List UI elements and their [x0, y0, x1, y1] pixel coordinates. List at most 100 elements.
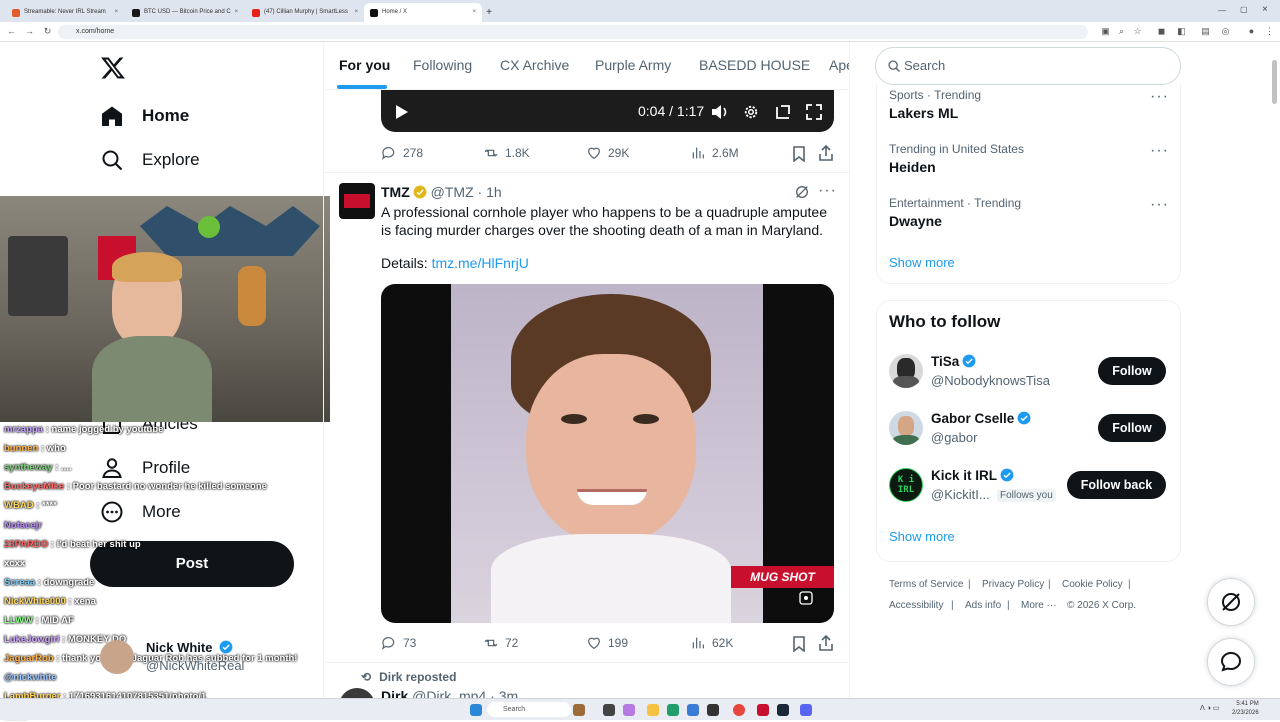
file-explorer-icon[interactable]	[647, 704, 659, 716]
suggestion-avatar[interactable]	[889, 411, 923, 445]
taskbar-clock[interactable]: 5:41 PM 2/23/2026	[1232, 700, 1259, 718]
views-button[interactable]: 62K	[690, 635, 733, 651]
views-button[interactable]: 2.6M	[690, 145, 739, 161]
nav-more[interactable]: More	[100, 494, 181, 530]
tweet-link[interactable]: tmz.me/HlFnrjU	[432, 255, 529, 271]
tab-ape[interactable]: Ape	[829, 57, 849, 73]
picture-in-picture-icon[interactable]	[775, 104, 791, 120]
grok-fab[interactable]	[1207, 578, 1255, 626]
close-tab-icon[interactable]: ×	[234, 3, 238, 22]
trend-name[interactable]: Heiden	[889, 159, 936, 175]
repost-button[interactable]: 1.8K	[483, 145, 530, 161]
follow-button[interactable]: Follow	[1098, 357, 1166, 385]
extension-icon[interactable]: ◼	[1156, 26, 1167, 37]
bookmark-icon[interactable]	[792, 146, 806, 162]
forward-icon[interactable]: →	[24, 26, 35, 37]
tab-for-you[interactable]: For you	[339, 57, 390, 73]
bookmark-icon[interactable]	[792, 636, 806, 652]
grok-icon[interactable]	[794, 184, 810, 200]
browser-tab[interactable]: BTC USD — Bitcoin Price and C ×	[126, 3, 244, 22]
maximize-icon[interactable]: ▢	[1240, 5, 1248, 14]
footer-more-link[interactable]: More ···	[1021, 600, 1057, 611]
suggestion-name[interactable]: TiSa	[931, 354, 976, 369]
tweet-more-icon[interactable]: ···	[818, 182, 837, 200]
trend-more-icon[interactable]: ···	[1150, 142, 1169, 160]
trend-name[interactable]: Dwayne	[889, 213, 942, 229]
tweet-time[interactable]: 1h	[486, 184, 502, 200]
footer-privacy-link[interactable]: Privacy Policy	[982, 579, 1044, 590]
tmz-avatar[interactable]	[339, 183, 375, 219]
share-icon[interactable]	[818, 635, 834, 651]
tweet-media-image[interactable]: MUG SHOT	[381, 284, 834, 623]
page-scrollbar[interactable]	[1272, 60, 1277, 104]
steam-icon[interactable]	[777, 704, 789, 716]
zoom-icon[interactable]: ⌕	[1116, 26, 1127, 37]
bookmark-star-icon[interactable]: ☆	[1132, 26, 1143, 37]
nav-explore[interactable]: Explore	[100, 142, 200, 178]
image-edit-icon[interactable]	[798, 590, 814, 606]
discord-icon[interactable]	[800, 704, 812, 716]
follow-back-button[interactable]: Follow back	[1067, 471, 1166, 499]
menu-icon[interactable]: ⋮	[1264, 26, 1275, 37]
settings-gear-icon[interactable]	[742, 103, 760, 121]
close-tab-icon[interactable]: ×	[114, 3, 118, 22]
like-button[interactable]: 199	[586, 635, 628, 651]
repost-button[interactable]: 72	[483, 635, 518, 651]
browser-tab[interactable]: (47) Cillian Murphy | SmartLess ×	[246, 3, 364, 22]
edge-icon[interactable]	[667, 704, 679, 716]
address-bar[interactable]: x.com/home	[58, 25, 1088, 39]
share-icon[interactable]	[818, 145, 834, 161]
reply-button[interactable]: 73	[381, 635, 416, 651]
taskbar-app-icon[interactable]	[757, 704, 769, 716]
close-window-icon[interactable]: ×	[1262, 4, 1268, 15]
taskbar-app-icon[interactable]	[707, 704, 719, 716]
back-icon[interactable]: ←	[6, 26, 17, 37]
browser-tab-active[interactable]: Home / X ×	[364, 3, 482, 22]
volume-icon[interactable]	[711, 104, 729, 120]
author-handle[interactable]: @TMZ	[431, 184, 474, 200]
tab-cx-archive[interactable]: CX Archive	[500, 57, 569, 73]
suggestion-name[interactable]: Kick it IRL	[931, 468, 1014, 483]
sidebar-icon[interactable]: ▤	[1200, 26, 1211, 37]
nav-home[interactable]: Home	[100, 98, 189, 134]
browser-tab[interactable]: Streamable: Never IRL Stream ×	[6, 3, 124, 22]
taskbar-app-icon[interactable]	[623, 704, 635, 716]
trend-name[interactable]: Lakers ML	[889, 105, 958, 121]
trend-more-icon[interactable]: ···	[1150, 88, 1169, 106]
search-input[interactable]: Search	[875, 47, 1181, 85]
author-name[interactable]: TMZ	[381, 184, 410, 200]
taskbar-search[interactable]: Search	[487, 702, 571, 717]
taskbar-app-icon[interactable]	[687, 704, 699, 716]
footer-ads-info-link[interactable]: Ads info	[965, 600, 1001, 611]
close-tab-icon[interactable]: ×	[472, 3, 476, 22]
messages-fab[interactable]	[1207, 638, 1255, 686]
suggestion-avatar[interactable]	[889, 354, 923, 388]
extension-icon[interactable]: ◎	[1220, 26, 1231, 37]
extension-icon[interactable]: ▣	[1100, 26, 1111, 37]
chrome-icon[interactable]	[733, 704, 745, 716]
trends-show-more-link[interactable]: Show more	[889, 255, 955, 270]
footer-cookie-link[interactable]: Cookie Policy	[1062, 579, 1123, 590]
close-tab-icon[interactable]: ×	[354, 3, 358, 22]
suggestion-avatar[interactable]: K i IRL	[889, 468, 923, 502]
video-player[interactable]: 0:04 / 1:17	[381, 90, 834, 132]
who-to-follow-show-more-link[interactable]: Show more	[889, 529, 955, 544]
like-button[interactable]: 29K	[586, 145, 629, 161]
repost-context[interactable]: ⟲ Dirk reposted	[361, 670, 456, 684]
play-icon[interactable]	[395, 104, 409, 120]
taskbar-app-icon[interactable]	[573, 704, 585, 716]
profile-icon[interactable]: ●	[1246, 26, 1257, 37]
follow-button[interactable]: Follow	[1098, 414, 1166, 442]
x-logo-icon[interactable]	[100, 55, 126, 81]
tray-icons[interactable]: ᐱ ◑ ▭	[1200, 704, 1220, 712]
fullscreen-icon[interactable]	[806, 104, 822, 120]
footer-terms-link[interactable]: Terms of Service	[889, 579, 963, 590]
tab-basedd-house[interactable]: BASEDD HOUSE	[699, 57, 810, 73]
suggestion-name[interactable]: Gabor Cselle	[931, 411, 1031, 426]
tab-following[interactable]: Following	[413, 57, 472, 73]
start-icon[interactable]	[470, 704, 482, 716]
minimize-icon[interactable]: —	[1218, 6, 1226, 15]
new-tab-button[interactable]: +	[482, 3, 496, 22]
footer-accessibility-link[interactable]: Accessibility	[889, 600, 943, 611]
trend-more-icon[interactable]: ···	[1150, 196, 1169, 214]
